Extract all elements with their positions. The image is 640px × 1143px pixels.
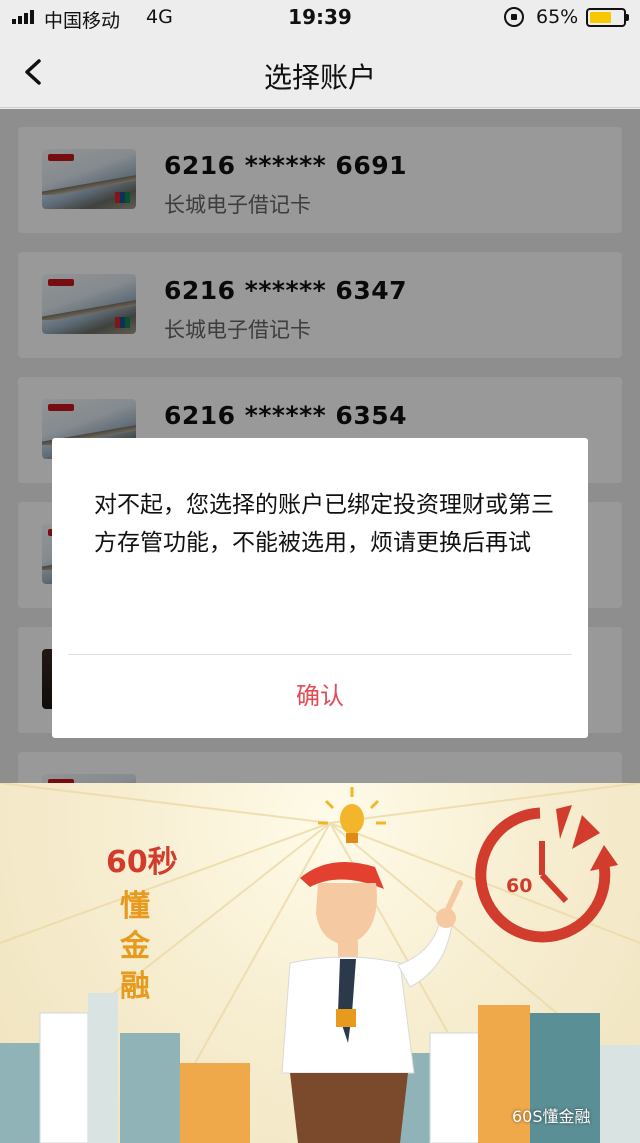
dialog-divider	[68, 654, 572, 655]
lightbulb-icon	[318, 787, 386, 843]
timer-icon	[475, 805, 618, 943]
promo-poster: 60秒 懂 金 融 60 60S懂金融	[0, 783, 640, 1143]
timer-label: 60	[506, 875, 533, 897]
status-bar: 中国移动 4G 19:39 65%	[0, 0, 640, 36]
confirm-button[interactable]: 确认	[52, 676, 588, 711]
alert-dialog: 对不起，您选择的账户已绑定投资理财或第三方存管功能，不能被选用，烦请更换后再试 …	[52, 438, 588, 738]
navigation-bar: 选择账户	[0, 36, 640, 108]
phone-screen: 中国移动 4G 19:39 65% 选择账户 6216 ****** 6691 …	[0, 0, 640, 783]
battery-percentage: 65%	[536, 6, 579, 28]
page-title: 选择账户	[263, 61, 376, 94]
battery-icon	[586, 8, 629, 27]
brand-char: 金	[120, 929, 150, 964]
brand-seconds: 60秒	[106, 845, 178, 880]
brand-char: 懂	[120, 889, 150, 924]
orientation-lock-icon	[504, 7, 524, 27]
watermark: 60S懂金融	[512, 1107, 591, 1126]
battery-fill	[590, 12, 611, 23]
alert-message: 对不起，您选择的账户已绑定投资理财或第三方存管功能，不能被选用，烦请更换后再试	[94, 492, 554, 556]
brand-char: 融	[120, 969, 150, 1004]
poster-illustration	[0, 783, 640, 1143]
